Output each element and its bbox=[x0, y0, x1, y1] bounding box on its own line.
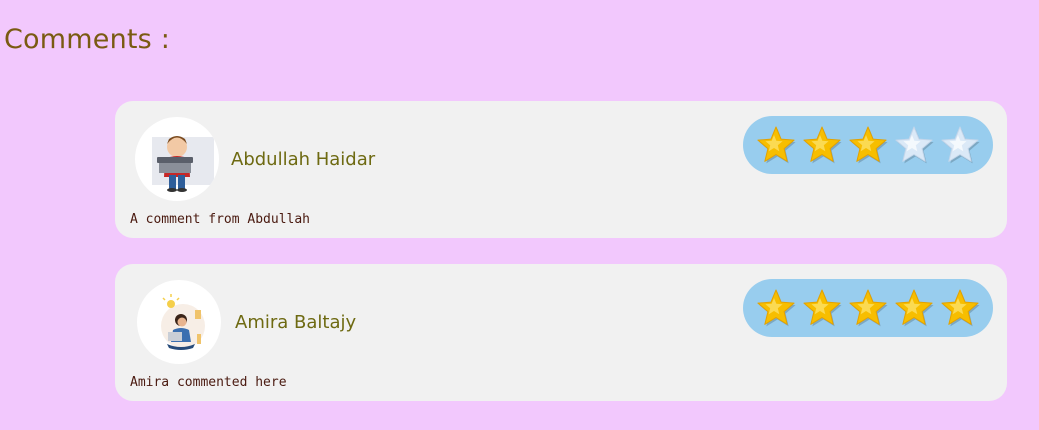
star-rating bbox=[743, 116, 993, 174]
comments-heading: Comments : bbox=[4, 24, 171, 55]
star-filled-icon bbox=[849, 289, 888, 327]
star-rating bbox=[743, 279, 993, 337]
comment-author-name: Amira Baltajy bbox=[235, 312, 357, 333]
star-filled-icon bbox=[757, 289, 796, 327]
comment-card: Abdullah Haidar A comment from Abdullah bbox=[115, 101, 1007, 238]
comment-text: Amira commented here bbox=[130, 375, 287, 390]
comment-author-name: Abdullah Haidar bbox=[231, 149, 376, 170]
comment-text: A comment from Abdullah bbox=[130, 212, 311, 227]
star-filled-icon bbox=[941, 289, 980, 327]
woman-with-laptop-ideas-avatar-icon bbox=[161, 294, 205, 350]
star-empty-icon bbox=[895, 126, 934, 164]
comment-card: Amira Baltajy Amira commented here bbox=[115, 264, 1007, 401]
star-filled-icon bbox=[895, 289, 934, 327]
star-filled-icon bbox=[757, 126, 796, 164]
star-filled-icon bbox=[803, 126, 842, 164]
star-filled-icon bbox=[849, 126, 888, 164]
user-avatar bbox=[135, 117, 219, 201]
star-filled-icon bbox=[803, 289, 842, 327]
user-avatar bbox=[137, 280, 221, 364]
star-empty-icon bbox=[941, 126, 980, 164]
man-holding-laptop-avatar-icon bbox=[152, 136, 214, 192]
